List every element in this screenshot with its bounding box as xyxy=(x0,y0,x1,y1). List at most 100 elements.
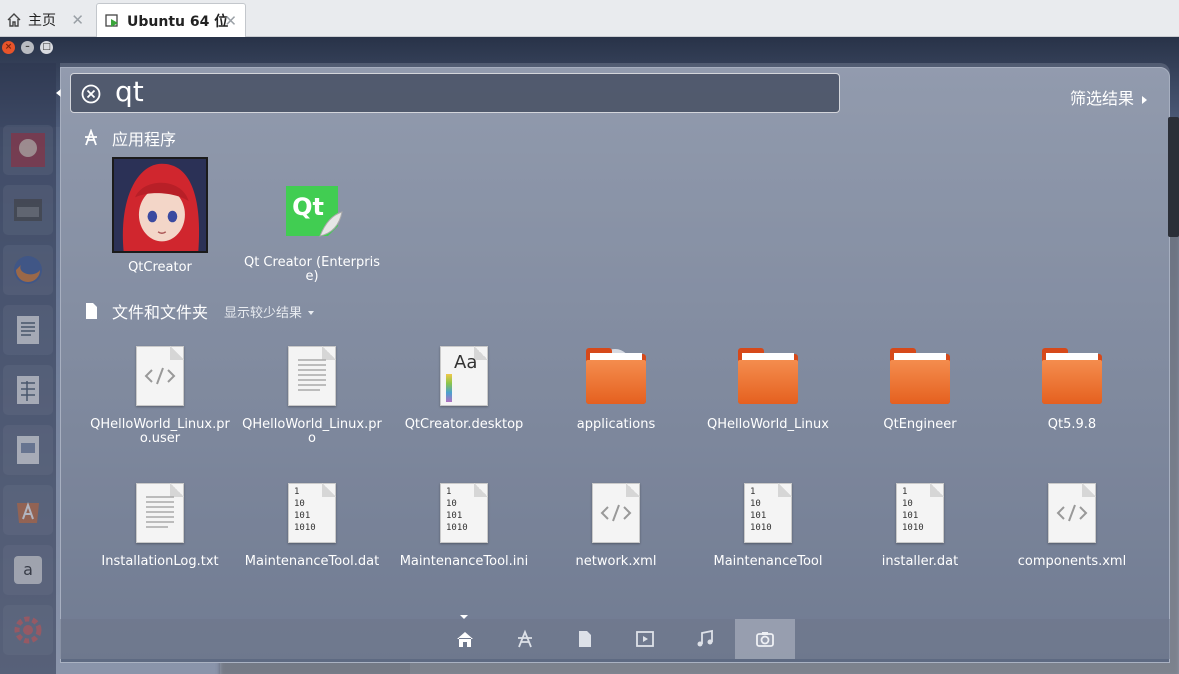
file-label: Qt5.9.8 xyxy=(1047,417,1097,432)
file-label: applications xyxy=(576,417,656,432)
firefox-icon xyxy=(14,256,42,284)
file-label: components.xml xyxy=(1017,554,1127,569)
folder-result[interactable]: applications xyxy=(541,344,691,432)
launcher-calc[interactable] xyxy=(3,365,53,415)
close-icon[interactable]: ✕ xyxy=(71,11,84,29)
window-maximize-button[interactable]: □ xyxy=(40,41,53,54)
text-file-icon xyxy=(280,344,344,408)
files-lens[interactable] xyxy=(555,619,615,659)
dash-search-box[interactable]: qt xyxy=(70,73,840,113)
category-apps: 应用程序 xyxy=(82,126,176,150)
launcher: a xyxy=(0,63,1170,674)
app-result[interactable]: Qt Qt Creator (Enterprise) xyxy=(237,182,387,284)
file-result[interactable]: InstallationLog.txt xyxy=(85,481,235,569)
launcher-impress[interactable] xyxy=(3,425,53,475)
category-apps-title: 应用程序 xyxy=(112,130,177,149)
font-file-icon: Aa xyxy=(432,344,496,408)
qt-logo-text: Qt xyxy=(292,193,324,221)
binary-preview: 1 10 101 1010 xyxy=(902,487,924,533)
file-label: QHelloWorld_Linux xyxy=(707,417,829,432)
folder-icon xyxy=(584,344,648,408)
music-lens[interactable] xyxy=(675,619,735,659)
folder-icon xyxy=(736,344,800,408)
category-files: 文件和文件夹 显示较少结果 xyxy=(82,299,315,323)
binary-file-icon: 1 10 101 1010 xyxy=(280,481,344,545)
file-result[interactable]: network.xml xyxy=(541,481,691,569)
video-lens[interactable] xyxy=(615,619,675,659)
launcher-writer[interactable] xyxy=(3,305,53,355)
vm-icon xyxy=(105,13,118,27)
home-icon xyxy=(457,632,473,647)
tab-home[interactable]: 主页 ✕ xyxy=(0,3,92,37)
tab-ubuntu[interactable]: Ubuntu 64 位 ✕ xyxy=(96,3,246,37)
show-less-label: 显示较少结果 xyxy=(224,305,303,321)
close-icon[interactable]: ✕ xyxy=(224,12,237,30)
folder-result[interactable]: QtEngineer xyxy=(845,344,995,432)
file-icon xyxy=(86,303,97,319)
apps-icon xyxy=(85,129,97,146)
camera-icon xyxy=(756,632,774,647)
launcher-firefox[interactable] xyxy=(3,245,53,295)
file-label: QHelloWorld_Linux.pro xyxy=(242,417,382,446)
app-result[interactable]: QtCreator xyxy=(85,157,235,275)
lens-bar xyxy=(60,619,1170,659)
search-input[interactable]: qt xyxy=(115,75,144,108)
music-icon xyxy=(697,629,713,647)
launcher-settings[interactable] xyxy=(3,605,53,655)
window-close-button[interactable]: × xyxy=(2,41,15,54)
file-label: MaintenanceTool.ini xyxy=(399,554,529,569)
file-label: QtCreator.desktop xyxy=(404,417,524,432)
launcher-software-center[interactable] xyxy=(3,485,53,535)
file-result[interactable]: QHelloWorld_Linux.pro.user xyxy=(85,344,235,446)
file-result[interactable]: 1 10 101 1010 MaintenanceTool xyxy=(693,481,843,569)
app-label: Qt Creator (Enterprise) xyxy=(243,255,381,284)
file-icon xyxy=(579,631,591,647)
file-label: MaintenanceTool.dat xyxy=(244,554,380,569)
file-result[interactable]: QHelloWorld_Linux.pro xyxy=(237,344,387,446)
filter-results-button[interactable]: 筛选结果 xyxy=(1070,85,1148,109)
code-file-icon xyxy=(1040,481,1104,545)
document-icon xyxy=(17,316,39,344)
anime-avatar-icon xyxy=(11,133,45,167)
file-label: installer.dat xyxy=(881,554,959,569)
folder-icon xyxy=(1040,344,1104,408)
binary-preview: 1 10 101 1010 xyxy=(294,487,316,533)
svg-text:a: a xyxy=(23,560,33,579)
code-file-icon xyxy=(584,481,648,545)
file-result[interactable]: Aa QtCreator.desktop xyxy=(389,344,539,432)
file-label: MaintenanceTool xyxy=(713,554,823,569)
binary-file-icon: 1 10 101 1010 xyxy=(888,481,952,545)
vm-tab-bar: 主页 ✕ Ubuntu 64 位 ✕ xyxy=(0,0,1179,37)
file-label: InstallationLog.txt xyxy=(101,554,219,569)
home-lens[interactable] xyxy=(435,619,495,659)
file-label: QtEngineer xyxy=(883,417,957,432)
spreadsheet-icon xyxy=(17,376,39,404)
file-label: QHelloWorld_Linux.pro.user xyxy=(90,417,230,446)
binary-file-icon: 1 10 101 1010 xyxy=(736,481,800,545)
file-result[interactable]: 1 10 101 1010 installer.dat xyxy=(845,481,995,569)
file-result[interactable]: components.xml xyxy=(997,481,1147,569)
binary-file-icon: 1 10 101 1010 xyxy=(432,481,496,545)
anime-avatar-icon xyxy=(112,157,208,253)
launcher-files[interactable] xyxy=(3,185,53,235)
file-result[interactable]: 1 10 101 1010 MaintenanceTool.ini xyxy=(389,481,539,569)
tab-ubuntu-label: Ubuntu 64 位 xyxy=(127,13,229,30)
binary-preview: 1 10 101 1010 xyxy=(446,487,468,533)
folder-result[interactable]: Qt5.9.8 xyxy=(997,344,1147,432)
dash-scrollbar[interactable] xyxy=(1168,117,1179,237)
vm-screen: × – □ a qt 筛选结果 应用程序 QtCreator Qt Qt Cre… xyxy=(0,37,1179,674)
amazon-icon: a xyxy=(14,556,42,584)
launcher-qtcreator[interactable] xyxy=(3,125,53,175)
code-file-icon xyxy=(128,344,192,408)
folder-result[interactable]: QHelloWorld_Linux xyxy=(693,344,843,432)
apps-lens[interactable] xyxy=(495,619,555,659)
window-minimize-button[interactable]: – xyxy=(21,41,34,54)
photo-lens[interactable] xyxy=(735,619,795,659)
font-preview-text: Aa xyxy=(454,352,478,373)
launcher-amazon[interactable]: a xyxy=(3,545,53,595)
file-label: network.xml xyxy=(575,554,657,569)
file-result[interactable]: 1 10 101 1010 MaintenanceTool.dat xyxy=(237,481,387,569)
clear-search-icon[interactable] xyxy=(81,84,101,104)
show-less-button[interactable]: 显示较少结果 xyxy=(224,302,315,321)
filter-results-label: 筛选结果 xyxy=(1070,89,1135,108)
